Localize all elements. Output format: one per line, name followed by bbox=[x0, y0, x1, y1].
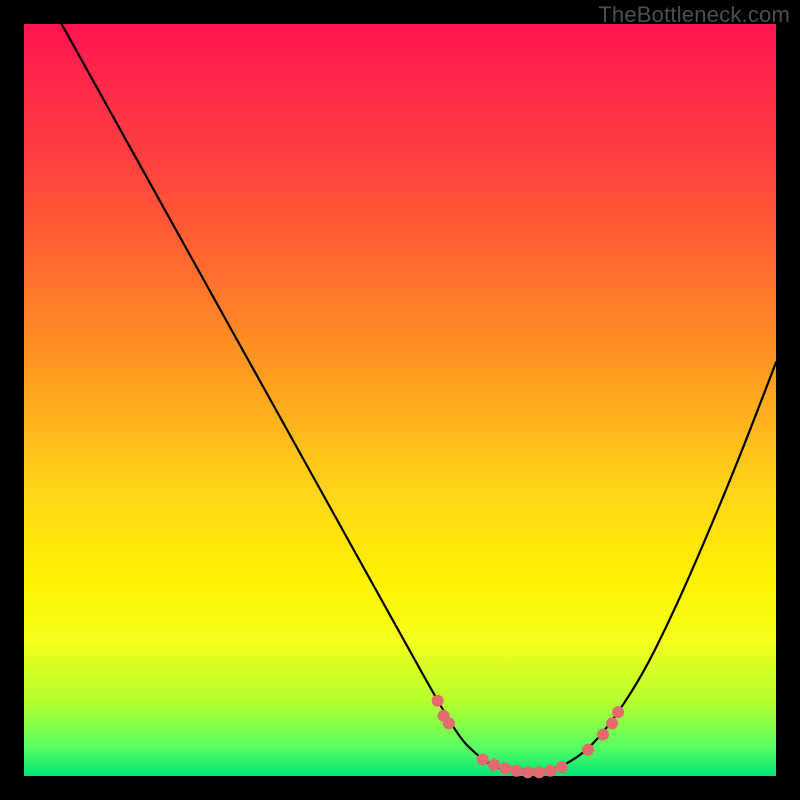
bottleneck-curve bbox=[62, 24, 776, 772]
sweet-spot-dot bbox=[432, 695, 444, 707]
sweet-spot-dot bbox=[511, 765, 523, 777]
sweet-spot-dot bbox=[533, 766, 545, 778]
sweet-spot-dot bbox=[556, 761, 568, 773]
bottleneck-chart-svg bbox=[24, 24, 776, 776]
sweet-spot-dot bbox=[597, 729, 609, 741]
plot-area bbox=[24, 24, 776, 776]
sweet-spot-dot bbox=[582, 744, 594, 756]
sweet-spot-dot bbox=[544, 765, 556, 777]
sweet-spot-dot bbox=[477, 754, 489, 766]
sweet-spot-dot bbox=[612, 706, 624, 718]
sweet-spot-dot bbox=[499, 763, 511, 775]
chart-frame: TheBottleneck.com bbox=[0, 0, 800, 800]
sweet-spot-dot bbox=[488, 759, 500, 771]
sweet-spot-dot bbox=[522, 766, 534, 778]
watermark-label: TheBottleneck.com bbox=[598, 2, 790, 28]
curve-layer bbox=[62, 24, 776, 772]
sweet-spot-dot bbox=[443, 717, 455, 729]
sweet-spot-dot bbox=[606, 717, 618, 729]
